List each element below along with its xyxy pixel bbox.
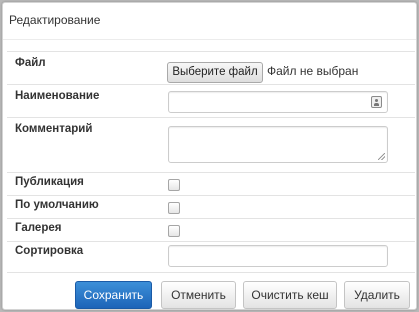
name-label: Наименование: [15, 90, 100, 102]
dialog-header-divider: [3, 39, 416, 40]
comment-label: Комментарий: [15, 123, 93, 135]
form-row-gallery: Галерея: [7, 218, 415, 241]
gallery-checkbox[interactable]: [168, 225, 180, 237]
comment-textarea[interactable]: [168, 126, 388, 163]
name-input[interactable]: [168, 91, 388, 113]
file-label: Файл: [15, 57, 46, 69]
choose-file-button[interactable]: Выберите файл: [167, 62, 263, 83]
sort-input[interactable]: [168, 245, 388, 267]
delete-button[interactable]: Удалить: [344, 281, 410, 309]
form-row-name: Наименование: [7, 84, 415, 117]
contact-card-icon[interactable]: [371, 96, 382, 108]
form-row-comment: Комментарий: [7, 117, 415, 172]
dialog-title: Редактирование: [9, 13, 101, 27]
file-status-text: Файл не выбран: [267, 64, 359, 78]
save-button[interactable]: Сохранить: [75, 281, 152, 309]
cancel-button[interactable]: Отменить: [161, 281, 236, 309]
default-checkbox[interactable]: [168, 202, 180, 214]
form-row-publication: Публикация: [7, 172, 415, 195]
default-label: По умолчанию: [15, 199, 99, 211]
gallery-label: Галерея: [15, 222, 62, 234]
edit-dialog: Редактирование Файл Выберите файл Файл н…: [2, 2, 417, 310]
publication-checkbox[interactable]: [168, 179, 180, 191]
resize-grip-icon[interactable]: [378, 153, 385, 160]
edit-form: Файл Выберите файл Файл не выбран Наимен…: [7, 51, 415, 275]
sort-label: Сортировка: [15, 245, 84, 257]
clear-cache-button[interactable]: Очистить кеш: [243, 281, 337, 309]
publication-label: Публикация: [15, 176, 84, 188]
dialog-footer: Сохранить Отменить Очистить кеш Удалить: [3, 275, 416, 309]
form-row-default: По умолчанию: [7, 195, 415, 218]
form-row-sort: Сортировка: [7, 241, 415, 273]
